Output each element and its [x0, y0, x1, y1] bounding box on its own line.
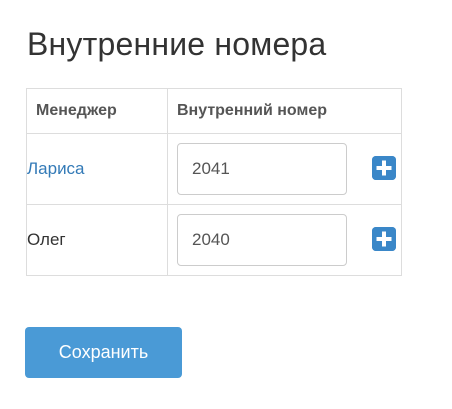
- save-button[interactable]: Сохранить: [25, 327, 182, 378]
- extension-cell: [167, 133, 402, 205]
- add-extension-button[interactable]: [372, 227, 396, 251]
- extension-input[interactable]: [177, 143, 347, 195]
- column-header-extension: Внутренний номер: [167, 88, 402, 134]
- manager-cell: Олег: [26, 204, 168, 276]
- manager-name-oleg: Олег: [27, 230, 66, 249]
- table-header-row: Менеджер Внутренний номер: [26, 88, 402, 134]
- plus-square-icon: [372, 227, 396, 251]
- extension-input[interactable]: [177, 214, 347, 266]
- page-title: Внутренние номера: [27, 26, 327, 62]
- add-extension-button[interactable]: [372, 156, 396, 180]
- table-row: Лариса: [26, 133, 402, 205]
- table-row: Олег: [26, 204, 402, 276]
- manager-cell: Лариса: [26, 133, 168, 205]
- extensions-table: Менеджер Внутренний номер Лариса 2041 Ол…: [26, 88, 402, 276]
- column-header-manager: Менеджер: [26, 88, 168, 134]
- manager-link-larisa[interactable]: Лариса: [27, 159, 85, 178]
- extension-cell: [167, 204, 402, 276]
- plus-square-icon: [372, 156, 396, 180]
